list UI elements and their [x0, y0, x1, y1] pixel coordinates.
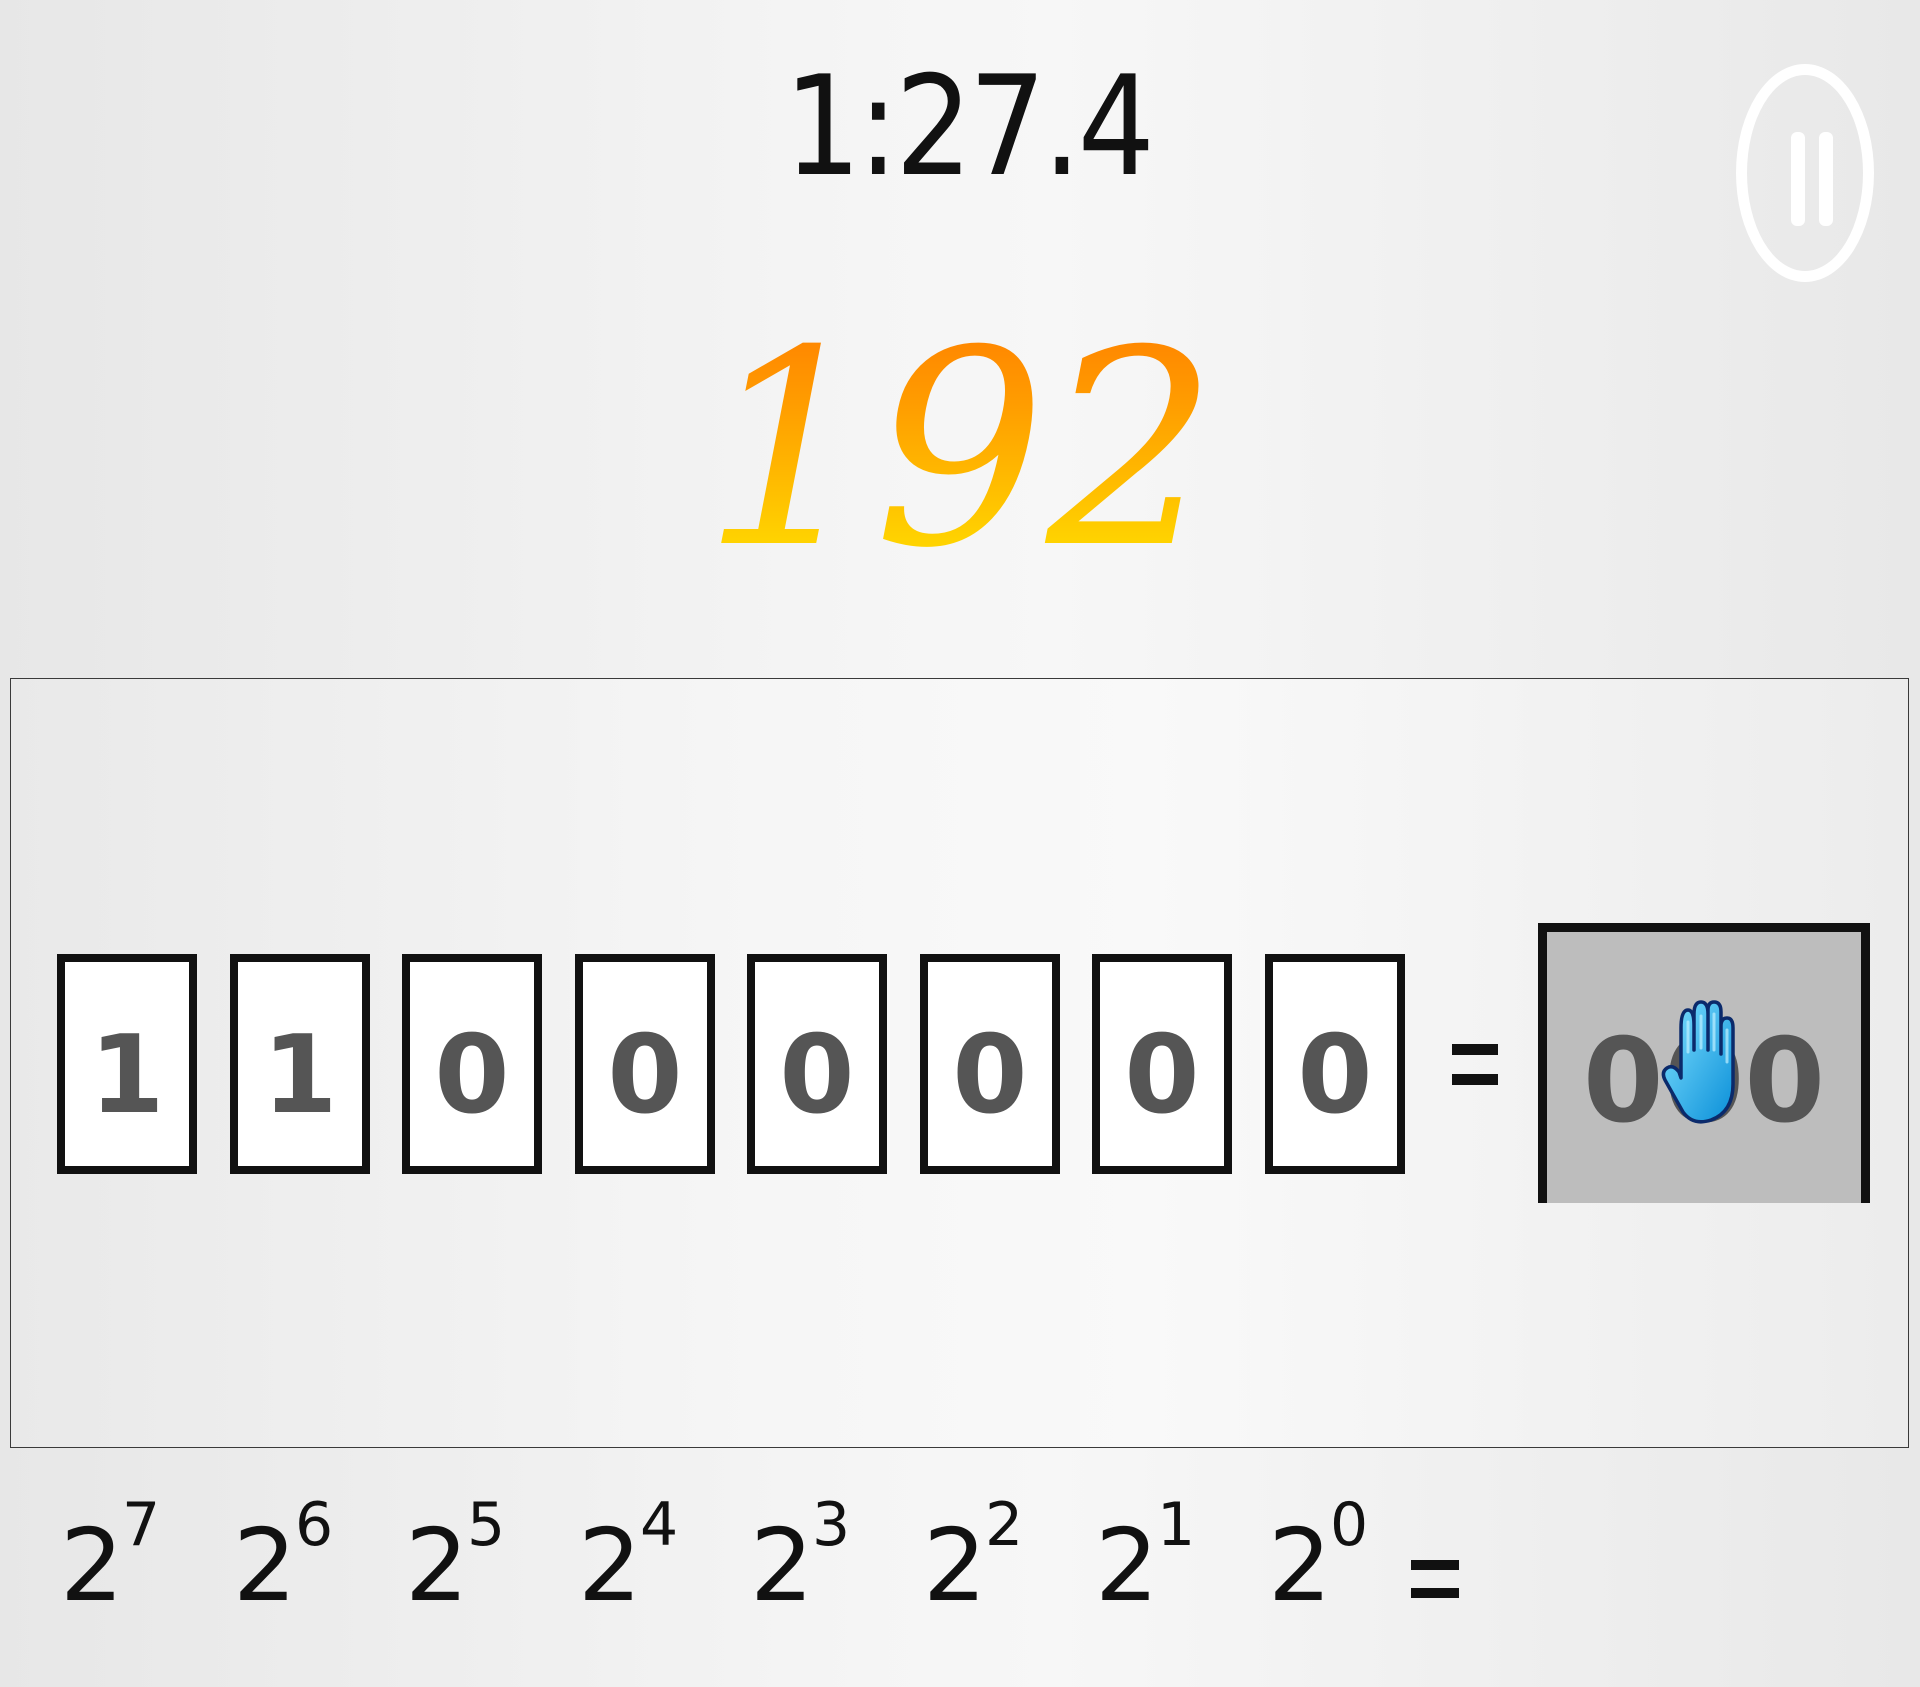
bit-tile-6[interactable]: 1 [230, 954, 370, 1174]
power-label: 26 [233, 1490, 334, 1624]
power-label: 24 [578, 1490, 679, 1624]
bit-value: 1 [262, 1013, 338, 1138]
bit-tile-3[interactable]: 0 [747, 954, 887, 1174]
timer: 1:27.4 [784, 46, 1155, 207]
answer-input[interactable]: 000 [1538, 923, 1870, 1203]
power-label: 22 [923, 1490, 1024, 1624]
target-number: 192 [700, 300, 1220, 600]
power-label: 21 [1095, 1490, 1196, 1624]
pause-icon-bar [1819, 132, 1833, 226]
power-label: 23 [750, 1490, 851, 1624]
bit-value: 0 [952, 1013, 1028, 1138]
power-label: 27 [60, 1490, 161, 1624]
bit-tile-7[interactable]: 1 [57, 954, 197, 1174]
bit-tile-5[interactable]: 0 [402, 954, 542, 1174]
bit-tile-1[interactable]: 0 [1092, 954, 1232, 1174]
hand-cursor-icon [1661, 1000, 1735, 1124]
bit-value: 0 [1124, 1013, 1200, 1138]
bit-value: 0 [434, 1013, 510, 1138]
equals-sign [1440, 1040, 1510, 1100]
bit-tile-2[interactable]: 0 [920, 954, 1060, 1174]
power-label: 25 [405, 1490, 506, 1624]
bit-value: 0 [1297, 1013, 1373, 1138]
bit-value: 0 [779, 1013, 855, 1138]
powers-equals-sign [1405, 1558, 1465, 1608]
bit-tile-4[interactable]: 0 [575, 954, 715, 1174]
bit-value: 1 [89, 1013, 165, 1138]
pause-button[interactable] [1736, 64, 1874, 282]
pause-icon [1791, 132, 1805, 226]
power-label: 20 [1268, 1490, 1369, 1624]
bit-tile-0[interactable]: 0 [1265, 954, 1405, 1174]
bit-value: 0 [607, 1013, 683, 1138]
